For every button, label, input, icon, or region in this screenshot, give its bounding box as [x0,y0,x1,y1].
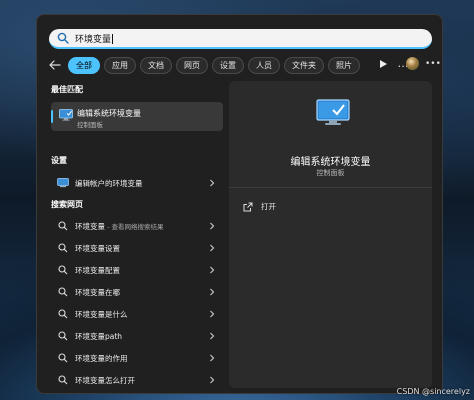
filter-tab-apps[interactable]: 应用 [104,56,136,74]
web-result-label: 环境变量配置 [75,265,120,275]
search-icon [58,331,68,341]
chevron-right-icon[interactable] [207,265,217,275]
web-result-item[interactable]: 环境变量 - 查看网络搜索结果 [51,217,223,235]
avatar[interactable] [406,57,419,70]
web-result-item[interactable]: 环境变量在哪 [51,283,223,301]
filter-tab-folders[interactable]: 文件夹 [284,56,324,74]
filter-tab-all[interactable]: 全部 [68,56,100,74]
chevron-right-icon[interactable] [207,375,217,385]
web-result-label: 环境变量的作用 [75,353,128,363]
back-button[interactable] [47,57,63,73]
filter-tab-people[interactable]: 人员 [248,56,280,74]
search-icon [58,353,68,363]
filter-bar: 全部 应用 文档 网页 设置 人员 文件夹 照片 … ••• [47,55,441,75]
section-settings: 设置 [51,156,67,165]
play-icon[interactable] [378,59,388,69]
chevron-right-icon[interactable] [207,243,217,253]
web-result-item[interactable]: 环境变量配置 [51,261,223,279]
web-result-item[interactable]: 环境变量的作用 [51,349,223,367]
control-panel-icon [59,109,73,121]
section-best-match: 最佳匹配 [51,85,83,94]
chevron-right-icon[interactable] [207,353,217,363]
chevron-right-icon[interactable] [207,331,217,341]
search-icon [57,32,69,44]
search-icon [58,265,68,275]
web-result-item[interactable]: 环境变量是什么 [51,305,223,323]
search-icon [58,309,68,319]
preview-pane: 编辑系统环境变量 控制面板 打开 [229,81,432,388]
more-options-button[interactable]: ••• [425,55,441,75]
web-result-label: 环境变量path [75,331,123,341]
search-icon [58,221,68,231]
open-external-icon [243,202,253,211]
web-result-label: 环境变量是什么 [75,309,128,319]
filter-tab-photos[interactable]: 照片 [328,56,360,74]
open-action-label: 打开 [261,202,276,211]
web-result-hint: - 查看网络搜索结果 [105,222,164,231]
text-caret [112,34,114,44]
open-action[interactable]: 打开 [243,201,276,212]
search-input[interactable]: 环境变量 [75,32,114,45]
best-match-item[interactable]: 编辑系统环境变量 控制面板 [51,102,223,131]
web-result-item[interactable]: 环境变量怎么打开 [51,371,223,389]
chevron-right-icon[interactable] [207,287,217,297]
filter-tab-settings[interactable]: 设置 [212,56,244,74]
search-icon [58,243,68,253]
best-match-subtitle: 控制面板 [77,121,103,129]
arrow-left-icon [49,60,61,70]
web-result-label: 环境变量 [75,221,105,231]
web-result-label: 环境变量设置 [75,243,120,253]
web-result-label: 环境变量怎么打开 [75,375,135,385]
divider [229,187,432,188]
search-icon [58,375,68,385]
preview-title: 编辑系统环境变量 [290,157,371,168]
search-box[interactable]: 环境变量 [49,29,432,49]
results-list: 最佳匹配 编辑系统环境变量 控制面板 设置 编辑帐户的环境变量 搜索网页 环境变… [49,81,229,391]
web-result-label: 环境变量在哪 [75,287,120,297]
filter-tab-documents[interactable]: 文档 [140,56,172,74]
control-panel-icon [57,177,69,189]
web-result-item[interactable]: 环境变量设置 [51,239,223,257]
chevron-right-icon[interactable] [207,221,217,231]
search-icon [58,287,68,297]
web-result-item[interactable]: 环境变量path [51,327,223,345]
control-panel-icon [316,99,350,125]
best-match-title: 编辑系统环境变量 [77,109,141,118]
filter-tab-web[interactable]: 网页 [176,56,208,74]
search-panel: 环境变量 全部 应用 文档 网页 设置 人员 文件夹 照片 … ••• 最佳匹配 [36,14,443,394]
section-web-search: 搜索网页 [51,200,83,209]
watermark: CSDN @sincerelyz [396,387,470,396]
preview-subtitle: 控制面板 [316,169,345,177]
settings-item[interactable]: 编辑帐户的环境变量 [51,174,223,192]
chevron-right-icon[interactable] [207,309,217,319]
selection-indicator [51,110,53,123]
chevron-right-icon[interactable] [207,178,217,188]
settings-item-label: 编辑帐户的环境变量 [75,178,143,188]
